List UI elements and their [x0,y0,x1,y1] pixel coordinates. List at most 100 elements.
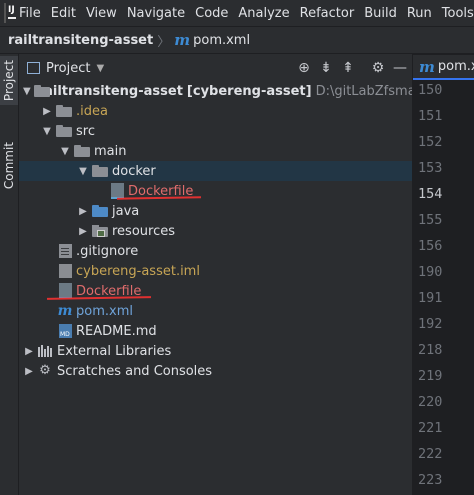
dockerfile-icon [111,183,124,199]
folder-icon [92,165,108,177]
scratches-icon: ⚙ [39,363,51,378]
tree-item-pom[interactable]: m pom.xml [19,301,449,321]
tree-item-label: .idea [76,103,108,119]
locate-file-icon[interactable]: ⊕ [293,60,315,76]
tree-item-external-libraries[interactable]: ▶ External Libraries [19,341,415,361]
tree-item-docker[interactable]: ▼ docker [19,161,469,181]
chevron-down-icon[interactable]: ▼ [59,146,71,157]
breadcrumb-project[interactable]: railtransiteng-asset [0,33,153,48]
expand-all-icon[interactable]: ⇟ [315,60,337,76]
gear-icon[interactable]: ⚙ [367,60,389,76]
line-number: 192 [418,316,443,332]
line-number: 190 [418,264,443,280]
chevron-right-icon[interactable]: ▶ [23,366,35,377]
project-view-selector[interactable]: Project [46,61,90,76]
tool-tab-commit[interactable]: Commit [0,138,18,193]
tree-item-root[interactable]: ▼ railtransiteng-asset [cybereng-asset] … [19,81,469,101]
project-tree: ▼ railtransiteng-asset [cybereng-asset] … [19,81,469,495]
tree-item-gitignore[interactable]: .gitignore [19,241,451,261]
chevron-right-icon[interactable]: ▶ [41,106,53,117]
tree-item-label: src [76,123,95,139]
project-panel-header: Project ▼ ⊕ ⇟ ⇞ ⚙ — [19,55,411,81]
menu-code[interactable]: Code [190,6,233,21]
hide-panel-icon[interactable]: — [389,60,411,76]
line-number: 221 [418,420,443,436]
tree-item-label: resources [112,223,176,239]
resources-folder-icon [92,225,108,237]
chevron-right-icon[interactable]: ▶ [77,206,89,217]
tree-item-module: [cybereng-asset] [186,83,312,99]
tree-item-idea[interactable]: ▶ .idea [19,101,433,121]
folder-icon [74,145,90,157]
line-number: 153 [418,160,443,176]
maven-icon: m [174,31,191,49]
breadcrumb-file[interactable]: pom.xml [190,33,250,48]
tool-tab-project-label: Project [2,60,16,102]
menu-refactor[interactable]: Refactor [295,6,360,21]
line-number: 151 [418,108,443,124]
breadcrumb-separator: 〉 [157,34,171,50]
tree-item-label: cybereng-asset.iml [76,263,200,279]
tree-item-src[interactable]: ▼ src [19,121,433,141]
menu-navigate[interactable]: Navigate [122,6,190,21]
text-file-icon [59,244,72,258]
current-line-number: 154 [418,186,443,202]
tree-item-dockerfile-nested[interactable]: Dockerfile [19,181,474,201]
chevron-right-icon[interactable]: ▶ [77,226,89,237]
collapse-all-icon[interactable]: ⇞ [337,60,359,76]
menu-file[interactable]: File [14,6,46,21]
menu-run[interactable]: Run [402,6,437,21]
menu-edit[interactable]: Edit [46,6,81,21]
tool-tab-commit-label: Commit [2,142,16,190]
module-file-icon [59,264,72,278]
line-number: 156 [418,238,443,254]
chevron-down-icon[interactable]: ▼ [77,166,89,177]
tree-item-label: pom.xml [76,303,133,319]
tree-item-main[interactable]: ▼ main [19,141,451,161]
chevron-down-icon[interactable]: ▼ [41,126,53,137]
line-number: 152 [418,134,443,150]
tree-item-label: External Libraries [57,343,172,359]
line-number: 223 [418,472,443,488]
tool-tab-project[interactable]: Project [0,56,18,106]
chevron-down-icon[interactable]: ▼ [96,63,104,74]
chevron-down-icon[interactable]: ▼ [23,86,31,97]
editor-tab-label: pom.x [437,59,474,74]
line-number-gutter: 150 151 152 153 154 155 156 190 191 192 … [413,81,474,495]
breadcrumb: railtransiteng-asset 〉 m pom.xml [0,27,474,54]
menu-tools[interactable]: Tools [437,6,474,21]
menu-build[interactable]: Build [359,6,402,21]
tree-item-java[interactable]: ▶ java [19,201,469,221]
line-number: 191 [418,290,443,306]
tree-item-label: java [112,203,140,219]
folder-icon [56,105,72,117]
editor-tab-pom[interactable]: m pom.x [413,55,474,80]
line-number: 220 [418,394,443,410]
tree-item-label: .gitignore [76,243,139,259]
line-number: 222 [418,446,443,462]
menu-analyze[interactable]: Analyze [233,6,294,21]
tree-item-label: docker [112,163,156,179]
tree-item-label: railtransiteng-asset [37,83,183,99]
project-view-icon [27,62,40,74]
menu-view[interactable]: View [81,6,122,21]
tree-item-label: Scratches and Consoles [57,363,213,379]
tree-item-label: README.md [76,323,157,339]
tree-item-resources[interactable]: ▶ resources [19,221,469,241]
chevron-right-icon[interactable]: ▶ [23,346,35,357]
line-number: 155 [418,212,443,228]
tree-item-scratches[interactable]: ▶ ⚙ Scratches and Consoles [19,361,415,381]
line-number: 150 [418,82,443,98]
markdown-file-icon: MD [59,324,72,338]
source-folder-icon [92,205,108,217]
editor-area: m pom.x 150 151 152 153 154 155 156 190 … [412,54,474,495]
tree-item-readme[interactable]: MD README.md [19,321,451,341]
line-number: 218 [418,342,443,358]
menu-bar: IJ File Edit View Navigate Code Analyze … [0,0,474,27]
maven-icon: m [57,303,73,319]
intellij-logo-icon: IJ [4,3,16,23]
folder-icon [56,125,72,137]
tree-item-iml[interactable]: cybereng-asset.iml [19,261,451,281]
line-number: 219 [418,368,443,384]
maven-icon: m [419,57,435,76]
